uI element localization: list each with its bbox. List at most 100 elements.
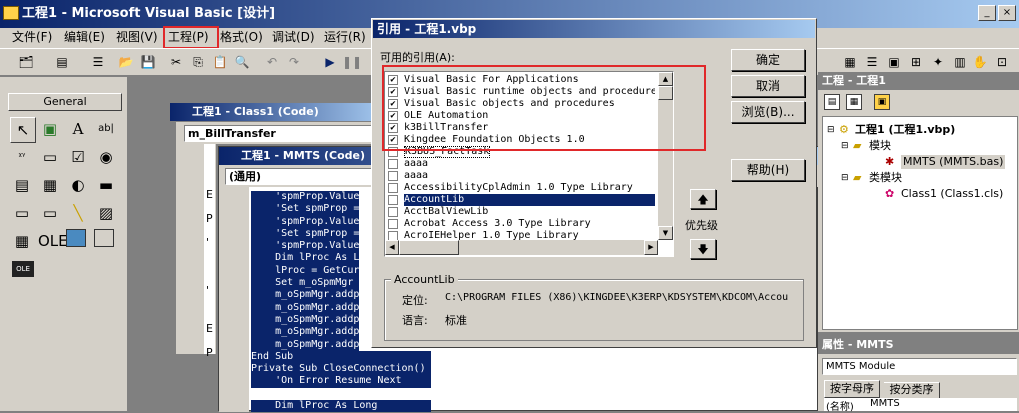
- form-layout-icon[interactable]: ▣: [884, 52, 904, 72]
- menu-run[interactable]: 运行(R): [324, 28, 366, 46]
- code-line[interactable]: m_oSpmMgr.addpro: [251, 313, 371, 327]
- code-line[interactable]: m_oSpmMgr.addpro: [251, 326, 371, 339]
- textbox-tool[interactable]: ab|: [94, 117, 118, 141]
- mmts-object-combo[interactable]: (通用): [225, 168, 385, 185]
- data-view-icon[interactable]: ▥: [950, 52, 970, 72]
- toggle-folders-icon[interactable]: ▣: [874, 94, 890, 110]
- pause-icon[interactable]: ❚❚: [342, 52, 362, 72]
- label-tool[interactable]: A: [66, 117, 90, 141]
- redo-icon[interactable]: ↷: [284, 52, 304, 72]
- dirlistbox-tool[interactable]: ╲: [66, 201, 90, 225]
- code-line[interactable]: m_oSpmMgr.addpro: [251, 338, 371, 351]
- menu-editor-icon[interactable]: ☰: [88, 52, 108, 72]
- picturebox-tool[interactable]: ▣: [38, 117, 62, 141]
- minimize-button[interactable]: _: [978, 5, 996, 21]
- code-line[interactable]: 'spmProp.Value =: [251, 215, 371, 228]
- reference-item[interactable]: Acrobat Access 3.0 Type Library: [387, 218, 655, 230]
- properties-object-combo[interactable]: MMTS Module: [822, 358, 1017, 375]
- add-form-icon[interactable]: ▤: [52, 52, 72, 72]
- tree-modules-folder[interactable]: 模块: [869, 139, 891, 153]
- data-tool-icon[interactable]: [94, 229, 114, 247]
- hand-icon[interactable]: ✋: [970, 52, 990, 72]
- list-hscrollbar[interactable]: ◀ ▶: [385, 240, 658, 255]
- menu-edit[interactable]: 编辑(E): [64, 28, 105, 46]
- hscroll-thumb[interactable]: [399, 240, 459, 255]
- tab-categorized[interactable]: 按分类序: [884, 382, 940, 398]
- code-line[interactable]: Private Sub CloseConnection(): [251, 363, 431, 376]
- priority-up-button[interactable]: 🡅: [690, 189, 716, 209]
- code-line[interactable]: 'spmProp.Value =: [251, 191, 371, 204]
- reference-checkbox[interactable]: [388, 159, 398, 169]
- tree-expander[interactable]: ⊟: [841, 139, 849, 153]
- pointer-tool[interactable]: ↖: [10, 117, 36, 143]
- project-explorer-icon[interactable]: ▦: [840, 52, 860, 72]
- code-line[interactable]: 'Set spmProp = s: [251, 227, 371, 241]
- code-line[interactable]: [251, 388, 431, 400]
- code-line[interactable]: m_oSpmMgr.addpro: [251, 301, 371, 314]
- run-icon[interactable]: ▶: [320, 52, 340, 72]
- toolbox-tab-general[interactable]: General: [8, 93, 122, 111]
- hscroll-tool[interactable]: ◐: [66, 173, 90, 197]
- scroll-right-button[interactable]: ▶: [644, 240, 658, 255]
- find-icon[interactable]: 🔍: [232, 52, 252, 72]
- scroll-down-button[interactable]: ▼: [658, 226, 673, 240]
- vscroll-tool[interactable]: ▬: [94, 173, 118, 197]
- code-line[interactable]: 'spmProp.Value =: [251, 240, 371, 253]
- frame-tool[interactable]: ᵡᵞ: [10, 145, 34, 169]
- line-tool[interactable]: OLE: [38, 229, 68, 253]
- copy-icon[interactable]: ⎘: [188, 52, 208, 72]
- drivelistbox-tool[interactable]: ▭: [38, 201, 62, 225]
- tree-class-item[interactable]: Class1 (Class1.cls): [901, 187, 1003, 201]
- image-tool-icon[interactable]: [66, 229, 86, 247]
- reference-checkbox[interactable]: [388, 183, 398, 193]
- timer-tool[interactable]: ▭: [10, 201, 34, 225]
- code-line[interactable]: Dim lProc As Lon: [251, 252, 371, 265]
- code-line[interactable]: Dim lProc As Long: [251, 400, 431, 413]
- optionbutton-tool[interactable]: ◉: [94, 145, 118, 169]
- listbox-tool[interactable]: ▦: [38, 173, 62, 197]
- tree-class-folder[interactable]: 类模块: [869, 171, 902, 185]
- open-icon[interactable]: 📂: [116, 52, 136, 72]
- undo-icon[interactable]: ↶: [262, 52, 282, 72]
- component-icon[interactable]: ⊡: [992, 52, 1012, 72]
- tab-alphabetic[interactable]: 按字母序: [824, 380, 880, 398]
- filelistbox-tool[interactable]: ▨: [94, 201, 118, 225]
- code-line[interactable]: m_oSpmMgr.addpro: [251, 289, 371, 302]
- object-browser-icon[interactable]: ⊞: [906, 52, 926, 72]
- reference-checkbox[interactable]: [388, 207, 398, 217]
- reference-item[interactable]: aaaa: [387, 170, 655, 182]
- ok-button[interactable]: 确定: [731, 49, 805, 71]
- code-line[interactable]: End Sub: [251, 350, 431, 364]
- property-value[interactable]: MMTS: [870, 398, 900, 409]
- reference-item[interactable]: aaaa: [387, 158, 655, 170]
- menu-file[interactable]: 文件(F): [12, 28, 52, 46]
- browse-button[interactable]: 浏览(B)...: [731, 101, 805, 123]
- commandbutton-tool[interactable]: ▭: [38, 145, 62, 169]
- view-code-icon[interactable]: ▤: [824, 94, 840, 110]
- save-icon[interactable]: 💾: [138, 52, 158, 72]
- scroll-left-button[interactable]: ◀: [385, 240, 399, 255]
- reference-item[interactable]: AccountLib: [387, 194, 655, 206]
- code-line[interactable]: Set m_oSpmMgr =: [251, 277, 365, 290]
- checkbox-tool[interactable]: ☑: [66, 145, 90, 169]
- add-project-icon[interactable]: 🗂: [16, 52, 36, 72]
- tree-expander[interactable]: ⊟: [827, 123, 835, 137]
- tree-expander[interactable]: ⊟: [841, 171, 849, 185]
- reference-checkbox[interactable]: [388, 195, 398, 205]
- reference-checkbox[interactable]: [388, 171, 398, 181]
- combobox-tool[interactable]: ▤: [10, 173, 34, 197]
- tree-module-item[interactable]: MMTS (MMTS.bas): [901, 155, 1006, 169]
- reference-item[interactable]: AcctBalViewLib: [387, 206, 655, 218]
- priority-down-button[interactable]: 🡇: [690, 239, 716, 259]
- menu-view[interactable]: 视图(V): [116, 28, 158, 46]
- menu-debug[interactable]: 调试(D): [272, 28, 315, 46]
- help-button[interactable]: 帮助(H): [731, 159, 805, 181]
- code-line[interactable]: 'Set spmProp = s: [251, 203, 371, 216]
- menu-format[interactable]: 格式(O): [220, 28, 263, 46]
- code-line[interactable]: 'On Error Resume Next: [251, 375, 431, 388]
- ole-tool-icon[interactable]: OLE: [12, 261, 34, 277]
- paste-icon[interactable]: 📋: [210, 52, 230, 72]
- view-object-icon[interactable]: ▦: [846, 94, 862, 110]
- shape-tool[interactable]: ▦: [10, 229, 34, 253]
- reference-checkbox[interactable]: [388, 219, 398, 229]
